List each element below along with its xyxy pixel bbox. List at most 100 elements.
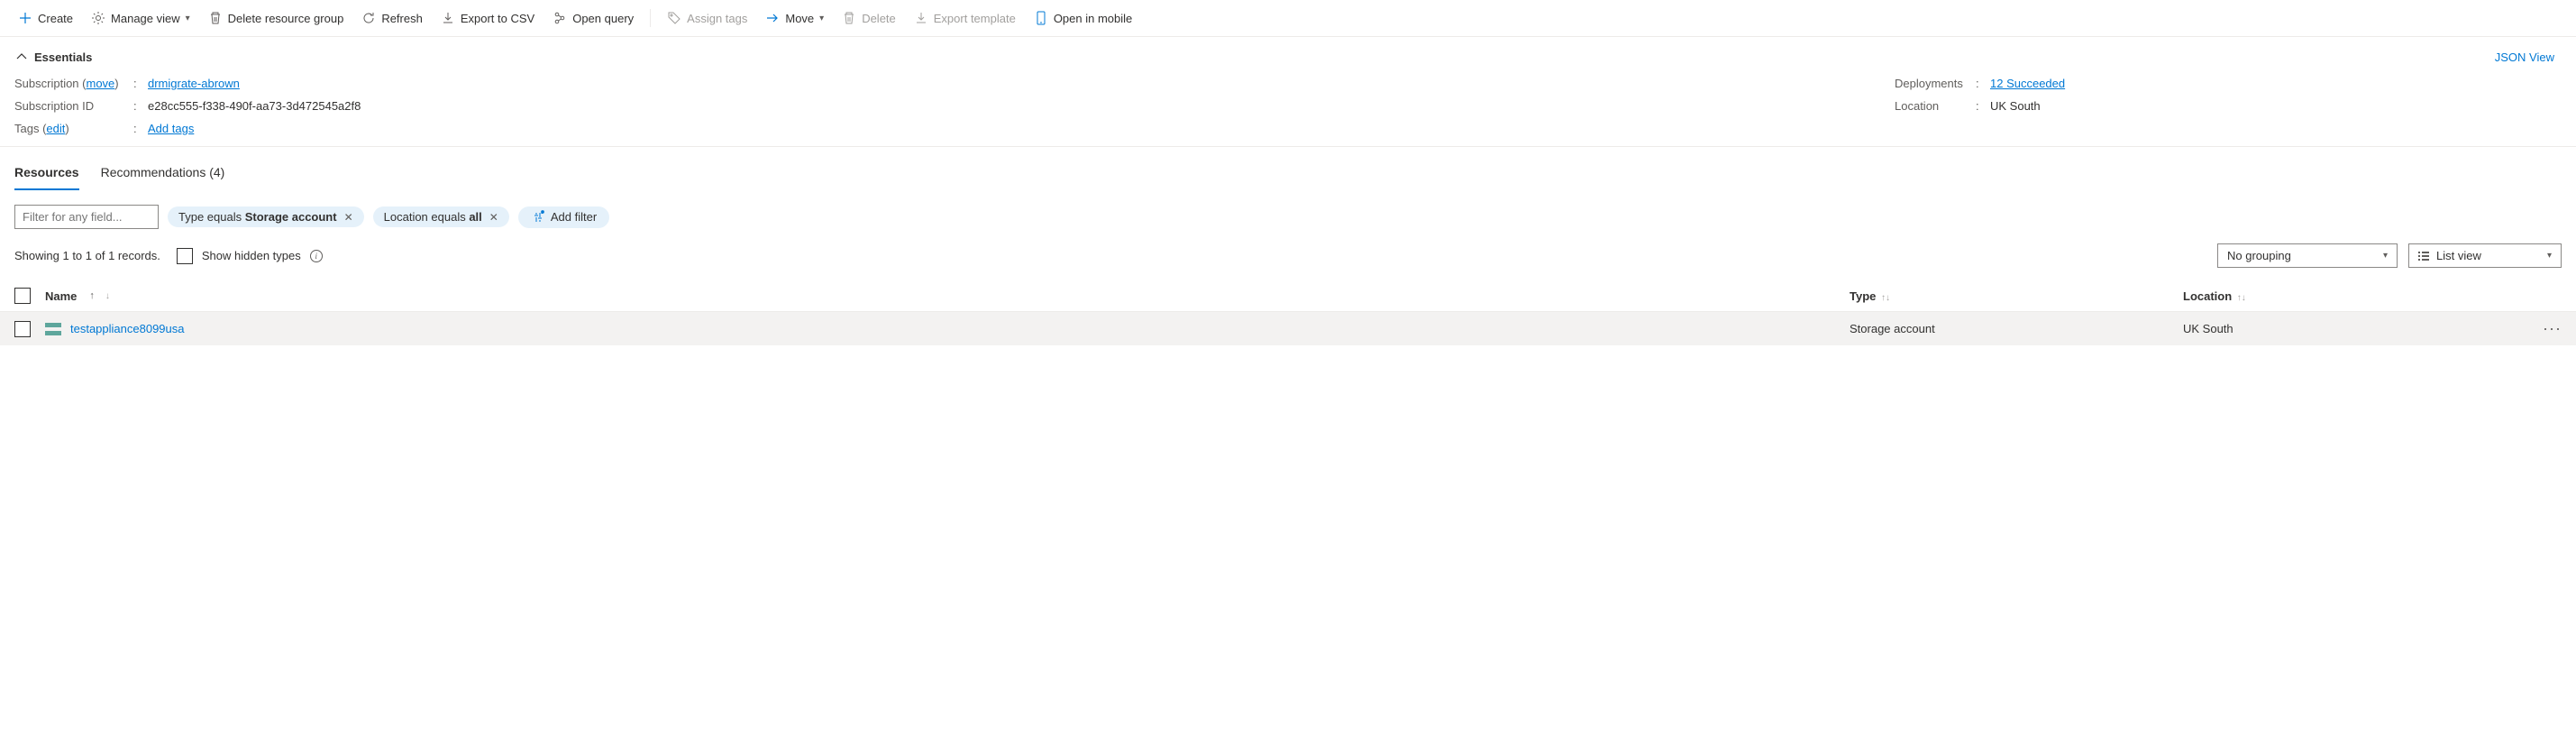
sort-asc-icon: ↑ — [89, 290, 95, 301]
row-type-cell: Storage account — [1850, 322, 2183, 335]
tags-row: Tags (edit) : Add tags — [14, 122, 361, 135]
deployments-link[interactable]: 12 Succeeded — [1990, 77, 2065, 90]
close-icon[interactable]: ✕ — [489, 211, 498, 224]
row-actions-button[interactable]: ··· — [2526, 319, 2562, 338]
sort-icon: ↑↓ — [2237, 293, 2246, 303]
subscription-row: Subscription (move) : drmigrate-abrown — [14, 77, 361, 90]
create-button[interactable]: Create — [11, 7, 80, 29]
grouping-dropdown[interactable]: No grouping ▾ — [2217, 243, 2398, 268]
subscription-move-link[interactable]: move — [87, 77, 115, 90]
essentials-grid: Subscription (move) : drmigrate-abrown S… — [14, 77, 2562, 135]
add-tags-link[interactable]: Add tags — [148, 122, 194, 135]
trash-icon — [842, 11, 856, 25]
move-button[interactable]: Move ▾ — [758, 7, 831, 29]
open-query-button[interactable]: Open query — [545, 7, 641, 29]
show-hidden-toggle[interactable]: Show hidden types i — [177, 248, 323, 264]
subscription-id-label: Subscription ID — [14, 99, 133, 113]
refresh-label: Refresh — [381, 12, 423, 25]
refresh-icon — [361, 11, 376, 25]
filter-pill-type[interactable]: Type equals Storage account ✕ — [168, 206, 364, 227]
col-header-type[interactable]: Type ↑↓ — [1850, 289, 2183, 303]
filter-input[interactable] — [14, 205, 159, 229]
query-icon — [553, 11, 567, 25]
row-checkbox[interactable] — [14, 321, 31, 337]
chevron-down-icon: ▾ — [186, 14, 190, 23]
chevron-down-icon: ▾ — [2383, 251, 2388, 261]
sort-icon: ↓ — [105, 291, 110, 301]
delete-button: Delete — [835, 7, 903, 29]
add-filter-label: Add filter — [551, 210, 597, 224]
tags-edit-link[interactable]: edit — [46, 122, 65, 135]
subscription-id-row: Subscription ID : e28cc555-f338-490f-aa7… — [14, 99, 361, 113]
tag-icon — [667, 11, 681, 25]
show-hidden-checkbox[interactable] — [177, 248, 193, 264]
plus-icon — [18, 11, 32, 25]
chevron-up-icon — [14, 50, 29, 64]
filter-pill-location[interactable]: Location equals all ✕ — [373, 206, 509, 227]
records-row: Showing 1 to 1 of 1 records. Show hidden… — [0, 238, 2576, 277]
chevron-down-icon: ▾ — [819, 14, 824, 23]
open-query-label: Open query — [572, 12, 634, 25]
close-icon[interactable]: ✕ — [344, 211, 353, 224]
tags-label: Tags (edit) — [14, 122, 133, 135]
storage-account-icon — [45, 323, 61, 335]
essentials-right-col: Deployments : 12 Succeeded Location : UK… — [1895, 77, 2562, 135]
manage-view-label: Manage view — [111, 12, 180, 25]
row-check-cell — [14, 321, 45, 337]
select-all-checkbox[interactable] — [14, 288, 31, 304]
table-row[interactable]: testappliance8099usa Storage account UK … — [0, 312, 2576, 345]
records-left: Showing 1 to 1 of 1 records. Show hidden… — [14, 248, 323, 264]
col-header-location[interactable]: Location ↑↓ — [2183, 289, 2526, 303]
view-mode-dropdown[interactable]: List view ▾ — [2408, 243, 2562, 268]
essentials-toggle[interactable]: Essentials — [14, 44, 92, 69]
resource-name-link[interactable]: testappliance8099usa — [70, 322, 185, 335]
open-mobile-label: Open in mobile — [1054, 12, 1132, 25]
select-all-cell — [14, 288, 45, 304]
col-header-name[interactable]: Name ↑↓ — [45, 289, 1850, 303]
records-showing: Showing 1 to 1 of 1 records. — [14, 249, 160, 262]
view-mode-value: List view — [2436, 249, 2481, 262]
essentials-left-col: Subscription (move) : drmigrate-abrown S… — [14, 77, 361, 135]
essentials-panel: Essentials JSON View Subscription (move)… — [0, 37, 2576, 147]
filter-icon — [531, 210, 545, 225]
export-template-label: Export template — [934, 12, 1016, 25]
manage-view-button[interactable]: Manage view ▾ — [84, 7, 197, 29]
refresh-button[interactable]: Refresh — [354, 7, 430, 29]
essentials-header: Essentials JSON View — [14, 44, 2562, 69]
filter-pill-location-text: Location equals all — [384, 210, 482, 224]
records-right: No grouping ▾ List view ▾ — [2217, 243, 2562, 268]
export-csv-button[interactable]: Export to CSV — [434, 7, 542, 29]
table-header: Name ↑↓ Type ↑↓ Location ↑↓ — [0, 280, 2576, 312]
assign-tags-label: Assign tags — [687, 12, 747, 25]
row-name-cell: testappliance8099usa — [45, 322, 1850, 335]
add-filter-button[interactable]: Add filter — [518, 206, 609, 228]
row-location-cell: UK South — [2183, 322, 2526, 335]
toolbar-separator — [650, 9, 651, 27]
deployments-row: Deployments : 12 Succeeded — [1895, 77, 2562, 90]
essentials-title: Essentials — [34, 50, 92, 64]
assign-tags-button: Assign tags — [660, 7, 754, 29]
gear-icon — [91, 11, 105, 25]
tab-resources[interactable]: Resources — [14, 161, 79, 190]
delete-rg-button[interactable]: Delete resource group — [201, 7, 352, 29]
location-value: UK South — [1990, 99, 2041, 113]
tab-recommendations[interactable]: Recommendations (4) — [101, 161, 225, 190]
json-view-link[interactable]: JSON View — [2495, 50, 2562, 64]
move-label: Move — [785, 12, 814, 25]
show-hidden-label: Show hidden types — [202, 249, 301, 262]
subscription-id-value: e28cc555-f338-490f-aa73-3d472545a2f8 — [148, 99, 361, 113]
info-icon[interactable]: i — [310, 250, 323, 262]
filters-row: Type equals Storage account ✕ Location e… — [0, 190, 2576, 238]
mobile-icon — [1034, 11, 1048, 25]
create-label: Create — [38, 12, 73, 25]
subscription-link[interactable]: drmigrate-abrown — [148, 77, 240, 90]
location-row: Location : UK South — [1895, 99, 2562, 113]
command-toolbar: Create Manage view ▾ Delete resource gro… — [0, 0, 2576, 37]
content-tabs: Resources Recommendations (4) — [0, 147, 2576, 190]
subscription-label: Subscription (move) — [14, 77, 133, 90]
list-icon — [2418, 252, 2429, 261]
open-mobile-button[interactable]: Open in mobile — [1027, 7, 1139, 29]
trash-icon — [208, 11, 223, 25]
filter-pill-type-text: Type equals Storage account — [178, 210, 337, 224]
arrow-right-icon — [765, 11, 780, 25]
